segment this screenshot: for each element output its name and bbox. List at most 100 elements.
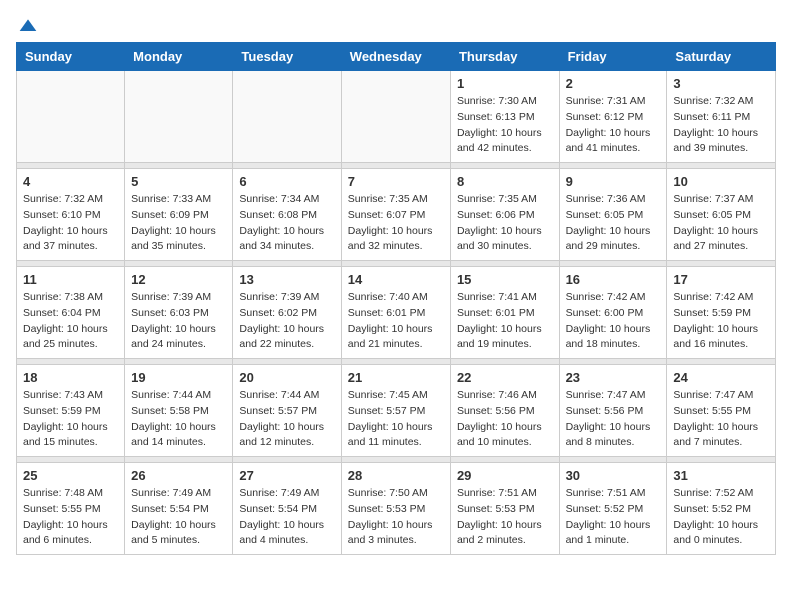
calendar-day-cell: 29Sunrise: 7:51 AMSunset: 5:53 PMDayligh… (450, 463, 559, 555)
day-info: Sunrise: 7:41 AMSunset: 6:01 PMDaylight:… (457, 290, 553, 353)
calendar-day-cell: 15 Sunrise: 7:41 AMSunset: 6:01 PMDayligh… (450, 267, 559, 359)
calendar-day-cell: 31 Sunrise: 7:52 AMSunset: 5:52 PMDayligh… (667, 463, 776, 555)
calendar-day-cell: 16Sunrise: 7:42 AMSunset: 6:00 PMDayligh… (559, 267, 667, 359)
calendar-day-cell: 28 Sunrise: 7:50 AMSunset: 5:53 PMDayligh… (341, 463, 450, 555)
day-number: 17 (673, 272, 769, 287)
calendar-day-cell: 6 Sunrise: 7:34 AMSunset: 6:08 PMDaylight… (233, 169, 341, 261)
day-info: Sunrise: 7:30 AMSunset: 6:13 PMDaylight:… (457, 94, 553, 157)
calendar-day-cell: 14 Sunrise: 7:40 AMSunset: 6:01 PMDayligh… (341, 267, 450, 359)
calendar-header-wednesday: Wednesday (341, 43, 450, 71)
day-number: 5 (131, 174, 226, 189)
calendar-day-cell: 30 Sunrise: 7:51 AMSunset: 5:52 PMDayligh… (559, 463, 667, 555)
calendar-week-row: 25 Sunrise: 7:48 AMSunset: 5:55 PMDayligh… (17, 463, 776, 555)
day-info: Sunrise: 7:45 AMSunset: 5:57 PMDaylight:… (348, 388, 444, 451)
day-number: 4 (23, 174, 118, 189)
calendar-day-cell: 11 Sunrise: 7:38 AMSunset: 6:04 PMDayligh… (17, 267, 125, 359)
day-number: 6 (239, 174, 334, 189)
calendar-day-cell: 12Sunrise: 7:39 AMSunset: 6:03 PMDayligh… (125, 267, 233, 359)
calendar-day-cell (125, 71, 233, 163)
logo-icon (18, 16, 38, 36)
day-number: 23 (566, 370, 661, 385)
day-info: Sunrise: 7:35 AMSunset: 6:06 PMDaylight:… (457, 192, 553, 255)
day-info: Sunrise: 7:44 AMSunset: 5:58 PMDaylight:… (131, 388, 226, 451)
day-number: 3 (673, 76, 769, 91)
day-number: 12 (131, 272, 226, 287)
day-number: 21 (348, 370, 444, 385)
day-info: Sunrise: 7:36 AMSunset: 6:05 PMDaylight:… (566, 192, 661, 255)
day-number: 29 (457, 468, 553, 483)
day-info: Sunrise: 7:39 AMSunset: 6:02 PMDaylight:… (239, 290, 334, 353)
calendar-week-row: 18Sunrise: 7:43 AMSunset: 5:59 PMDayligh… (17, 365, 776, 457)
calendar-day-cell: 13 Sunrise: 7:39 AMSunset: 6:02 PMDayligh… (233, 267, 341, 359)
day-info: Sunrise: 7:44 AMSunset: 5:57 PMDaylight:… (239, 388, 334, 451)
day-info: Sunrise: 7:38 AMSunset: 6:04 PMDaylight:… (23, 290, 118, 353)
day-info: Sunrise: 7:49 AMSunset: 5:54 PMDaylight:… (239, 486, 334, 549)
calendar-day-cell: 19 Sunrise: 7:44 AMSunset: 5:58 PMDayligh… (125, 365, 233, 457)
day-info: Sunrise: 7:52 AMSunset: 5:52 PMDaylight:… (673, 486, 769, 549)
calendar-day-cell (17, 71, 125, 163)
day-number: 9 (566, 174, 661, 189)
calendar-header-thursday: Thursday (450, 43, 559, 71)
calendar-day-cell: 24Sunrise: 7:47 AMSunset: 5:55 PMDayligh… (667, 365, 776, 457)
day-number: 10 (673, 174, 769, 189)
calendar-day-cell: 2 Sunrise: 7:31 AMSunset: 6:12 PMDaylight… (559, 71, 667, 163)
calendar-day-cell: 25 Sunrise: 7:48 AMSunset: 5:55 PMDayligh… (17, 463, 125, 555)
day-number: 11 (23, 272, 118, 287)
day-number: 18 (23, 370, 118, 385)
day-number: 26 (131, 468, 226, 483)
day-info: Sunrise: 7:49 AMSunset: 5:54 PMDaylight:… (131, 486, 226, 549)
day-number: 31 (673, 468, 769, 483)
calendar-header-row: SundayMondayTuesdayWednesdayThursdayFrid… (17, 43, 776, 71)
calendar-day-cell: 22 Sunrise: 7:46 AMSunset: 5:56 PMDayligh… (450, 365, 559, 457)
day-number: 7 (348, 174, 444, 189)
calendar-day-cell (341, 71, 450, 163)
day-number: 28 (348, 468, 444, 483)
calendar-week-row: 4 Sunrise: 7:32 AMSunset: 6:10 PMDaylight… (17, 169, 776, 261)
page-header (16, 16, 776, 32)
calendar-day-cell: 18Sunrise: 7:43 AMSunset: 5:59 PMDayligh… (17, 365, 125, 457)
day-info: Sunrise: 7:37 AMSunset: 6:05 PMDaylight:… (673, 192, 769, 255)
day-info: Sunrise: 7:48 AMSunset: 5:55 PMDaylight:… (23, 486, 118, 549)
calendar-header-saturday: Saturday (667, 43, 776, 71)
calendar-header-tuesday: Tuesday (233, 43, 341, 71)
calendar-day-cell: 4 Sunrise: 7:32 AMSunset: 6:10 PMDaylight… (17, 169, 125, 261)
day-info: Sunrise: 7:31 AMSunset: 6:12 PMDaylight:… (566, 94, 661, 157)
day-number: 25 (23, 468, 118, 483)
calendar-day-cell: 26 Sunrise: 7:49 AMSunset: 5:54 PMDayligh… (125, 463, 233, 555)
day-info: Sunrise: 7:46 AMSunset: 5:56 PMDaylight:… (457, 388, 553, 451)
calendar-week-row: 1 Sunrise: 7:30 AMSunset: 6:13 PMDaylight… (17, 71, 776, 163)
day-number: 14 (348, 272, 444, 287)
calendar-day-cell: 10 Sunrise: 7:37 AMSunset: 6:05 PMDayligh… (667, 169, 776, 261)
day-number: 19 (131, 370, 226, 385)
calendar-table: SundayMondayTuesdayWednesdayThursdayFrid… (16, 42, 776, 555)
day-number: 2 (566, 76, 661, 91)
calendar-day-cell (233, 71, 341, 163)
day-info: Sunrise: 7:32 AMSunset: 6:11 PMDaylight:… (673, 94, 769, 157)
day-info: Sunrise: 7:33 AMSunset: 6:09 PMDaylight:… (131, 192, 226, 255)
calendar-day-cell: 20Sunrise: 7:44 AMSunset: 5:57 PMDayligh… (233, 365, 341, 457)
day-info: Sunrise: 7:35 AMSunset: 6:07 PMDaylight:… (348, 192, 444, 255)
day-number: 1 (457, 76, 553, 91)
calendar-day-cell: 17 Sunrise: 7:42 AMSunset: 5:59 PMDayligh… (667, 267, 776, 359)
day-info: Sunrise: 7:51 AMSunset: 5:52 PMDaylight:… (566, 486, 661, 549)
calendar-day-cell: 9 Sunrise: 7:36 AMSunset: 6:05 PMDaylight… (559, 169, 667, 261)
calendar-day-cell: 23Sunrise: 7:47 AMSunset: 5:56 PMDayligh… (559, 365, 667, 457)
day-info: Sunrise: 7:32 AMSunset: 6:10 PMDaylight:… (23, 192, 118, 255)
day-number: 13 (239, 272, 334, 287)
day-info: Sunrise: 7:34 AMSunset: 6:08 PMDaylight:… (239, 192, 334, 255)
logo (16, 16, 38, 32)
calendar-header-monday: Monday (125, 43, 233, 71)
day-info: Sunrise: 7:40 AMSunset: 6:01 PMDaylight:… (348, 290, 444, 353)
day-number: 15 (457, 272, 553, 287)
day-number: 27 (239, 468, 334, 483)
day-info: Sunrise: 7:42 AMSunset: 5:59 PMDaylight:… (673, 290, 769, 353)
calendar-week-row: 11 Sunrise: 7:38 AMSunset: 6:04 PMDayligh… (17, 267, 776, 359)
day-number: 22 (457, 370, 553, 385)
day-number: 30 (566, 468, 661, 483)
calendar-day-cell: 1 Sunrise: 7:30 AMSunset: 6:13 PMDaylight… (450, 71, 559, 163)
day-number: 8 (457, 174, 553, 189)
calendar-header-sunday: Sunday (17, 43, 125, 71)
calendar-day-cell: 8 Sunrise: 7:35 AMSunset: 6:06 PMDaylight… (450, 169, 559, 261)
day-info: Sunrise: 7:50 AMSunset: 5:53 PMDaylight:… (348, 486, 444, 549)
day-info: Sunrise: 7:47 AMSunset: 5:55 PMDaylight:… (673, 388, 769, 451)
